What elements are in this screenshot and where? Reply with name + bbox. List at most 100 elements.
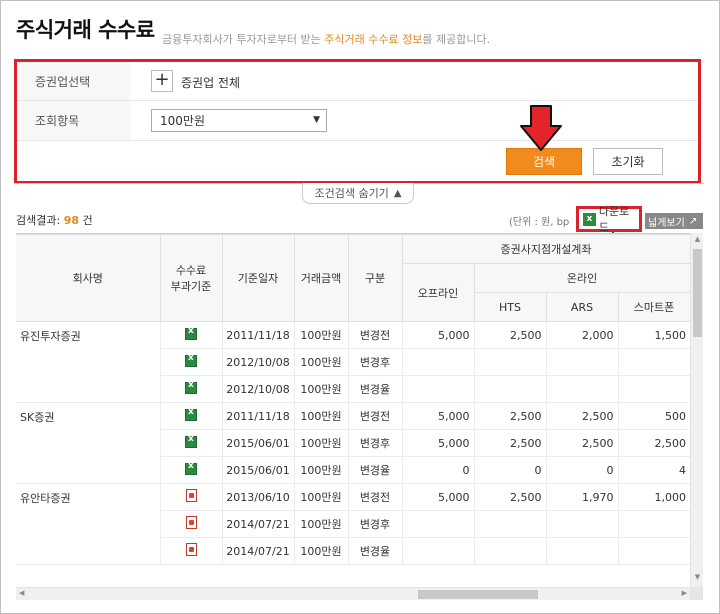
- company-row: 증권업선택 + 증권업 전체: [17, 62, 698, 101]
- th-amount: 거래금액: [293, 234, 349, 322]
- type-cell: 변경전: [347, 321, 402, 349]
- th-offline: 오프라인: [401, 263, 475, 322]
- company-name-cell: 유진투자증권: [16, 321, 160, 403]
- type-cell: 변경후: [347, 348, 402, 376]
- excel-file-icon[interactable]: [185, 407, 197, 421]
- amount-cell: 100만원: [293, 348, 348, 376]
- offline-cell: [401, 348, 474, 376]
- basis-file-cell: [159, 321, 222, 349]
- hide-conditions-label: 조건검색 숨기기: [314, 187, 389, 200]
- hts-cell: 2,500: [473, 321, 546, 349]
- smartphone-cell: 4: [617, 456, 690, 484]
- th-smartphone: 스마트폰: [617, 292, 690, 322]
- horizontal-scrollbar[interactable]: ◀ ▶: [16, 587, 690, 600]
- smartphone-cell: [617, 348, 690, 376]
- table-row: 유진투자증권2011/11/18100만원변경전5,0002,5002,0001…: [16, 321, 690, 403]
- result-count-unit: 건: [79, 214, 93, 227]
- ars-cell: 2,000: [545, 321, 618, 349]
- excel-icon: x: [583, 212, 596, 226]
- ars-cell: [545, 537, 618, 565]
- type-cell: 변경후: [347, 429, 402, 457]
- excel-file-icon[interactable]: [185, 434, 197, 448]
- vertical-scroll-thumb[interactable]: [693, 249, 702, 337]
- hts-cell: [473, 348, 546, 376]
- ars-cell: 0: [545, 456, 618, 484]
- pdf-file-icon[interactable]: [185, 489, 197, 502]
- dropdown-arrow-icon: ▼: [313, 115, 320, 125]
- offline-cell: [401, 510, 474, 538]
- item-row: 조회항목 100만원 ▼: [17, 101, 698, 141]
- excel-file-icon[interactable]: [185, 353, 197, 367]
- download-button[interactable]: x 다운로드: [576, 205, 642, 234]
- wide-view-button[interactable]: 넓게보기 ↗: [645, 213, 703, 229]
- th-ars: ARS: [545, 292, 619, 322]
- horizontal-scroll-thumb[interactable]: [418, 590, 538, 599]
- result-count-label: 검색결과:: [16, 214, 64, 227]
- excel-file-icon[interactable]: [185, 380, 197, 394]
- basis-file-cell: [159, 456, 222, 484]
- amount-cell: 100만원: [293, 402, 348, 430]
- hts-cell: 2,500: [473, 429, 546, 457]
- smartphone-cell: [617, 375, 690, 403]
- th-basis-line1: 수수료: [175, 264, 207, 277]
- ars-cell: [545, 375, 618, 403]
- pdf-file-icon[interactable]: [185, 543, 197, 556]
- offline-cell: [401, 537, 474, 565]
- basis-file-cell: [159, 483, 222, 511]
- ars-cell: 1,970: [545, 483, 618, 511]
- excel-file-icon[interactable]: [185, 326, 197, 340]
- date-cell: 2015/06/01: [221, 429, 294, 457]
- basis-file-cell: [159, 537, 222, 565]
- type-cell: 변경율: [347, 537, 402, 565]
- result-count-number: 98: [63, 214, 79, 227]
- smartphone-cell: 1,500: [617, 321, 690, 349]
- type-cell: 변경전: [347, 402, 402, 430]
- amount-cell: 100만원: [293, 510, 348, 538]
- offline-cell: 5,000: [401, 321, 474, 349]
- reset-button[interactable]: 초기화: [593, 148, 663, 175]
- page-title: 주식거래 수수료: [16, 18, 155, 42]
- hts-cell: 2,500: [473, 483, 546, 511]
- th-hts: HTS: [473, 292, 547, 322]
- wide-view-label: 넓게보기: [648, 217, 685, 229]
- hts-cell: [473, 510, 546, 538]
- type-cell: 변경전: [347, 483, 402, 511]
- results-table: 회사명 수수료 부과기준 기준일자 거래금액 구분 증권사지점개설계좌 오프라인 …: [16, 234, 690, 565]
- scroll-up-icon[interactable]: ▲: [691, 235, 704, 247]
- company-name-cell: SK증권: [16, 402, 160, 484]
- search-panel: 증권업선택 + 증권업 전체 조회항목 100만원 ▼ 검색 초기화: [14, 59, 701, 184]
- type-cell: 변경후: [347, 510, 402, 538]
- vertical-scrollbar[interactable]: ▲ ▼: [690, 233, 703, 587]
- th-company: 회사명: [16, 234, 161, 322]
- add-company-button[interactable]: +: [151, 70, 173, 92]
- scroll-down-icon[interactable]: ▼: [691, 573, 704, 585]
- ars-cell: [545, 510, 618, 538]
- scroll-left-icon[interactable]: ◀: [19, 589, 24, 597]
- chevron-up-icon: ▲: [393, 187, 402, 199]
- item-select[interactable]: 100만원 ▼: [151, 109, 327, 132]
- hts-cell: [473, 375, 546, 403]
- amount-cell: 100만원: [293, 429, 348, 457]
- subtitle-pre: 금융투자회사가 투자자로부터 받는: [162, 33, 325, 46]
- offline-cell: 0: [401, 456, 474, 484]
- item-select-value: 100만원: [160, 114, 205, 128]
- date-cell: 2014/07/21: [221, 537, 294, 565]
- hide-conditions-toggle[interactable]: 조건검색 숨기기 ▲: [302, 183, 414, 204]
- date-cell: 2012/10/08: [221, 348, 294, 376]
- amount-cell: 100만원: [293, 483, 348, 511]
- scroll-right-icon[interactable]: ▶: [682, 589, 687, 597]
- amount-cell: 100만원: [293, 537, 348, 565]
- search-button[interactable]: 검색: [506, 148, 582, 175]
- smartphone-cell: [617, 537, 690, 565]
- offline-cell: 5,000: [401, 483, 474, 511]
- date-cell: 2012/10/08: [221, 375, 294, 403]
- th-date: 기준일자: [221, 234, 295, 322]
- type-cell: 변경율: [347, 375, 402, 403]
- excel-file-icon[interactable]: [185, 461, 197, 475]
- item-label: 조회항목: [17, 101, 130, 140]
- amount-cell: 100만원: [293, 375, 348, 403]
- date-cell: 2015/06/01: [221, 456, 294, 484]
- pdf-file-icon[interactable]: [185, 516, 197, 529]
- ars-cell: [545, 348, 618, 376]
- result-count: 검색결과: 98 건: [16, 212, 93, 228]
